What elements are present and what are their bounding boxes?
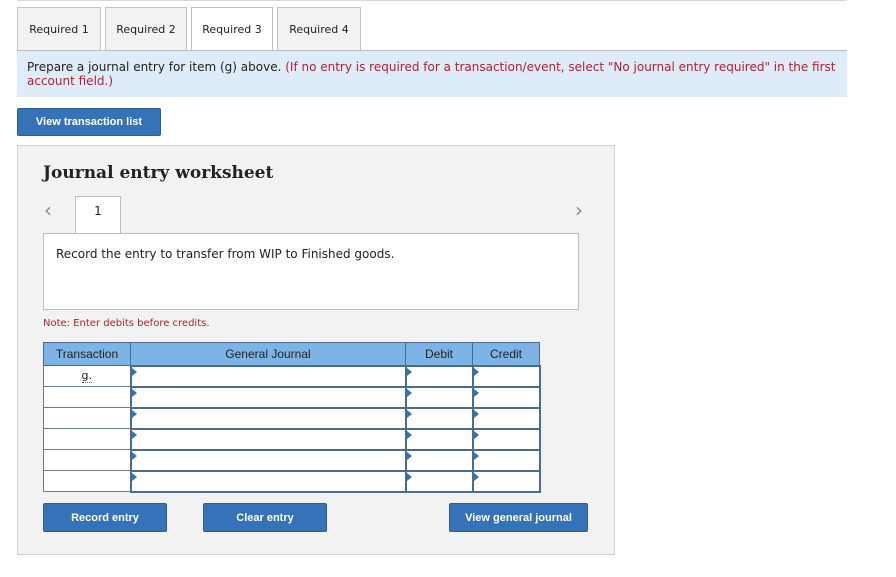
triangle-marker-icon <box>131 409 137 418</box>
table-row <box>43 406 541 430</box>
triangle-marker-icon <box>473 472 479 481</box>
triangle-marker-icon <box>406 430 412 439</box>
triangle-marker-icon <box>406 367 412 376</box>
entry-description-box: Record the entry to transfer from WIP to… <box>43 233 579 310</box>
tab-required-3[interactable]: Required 3 <box>191 7 273 51</box>
credit-field[interactable] <box>471 427 541 451</box>
view-transaction-list-button[interactable]: View transaction list <box>17 108 161 136</box>
triangle-marker-icon <box>406 409 412 418</box>
credit-field[interactable] <box>471 469 541 493</box>
col-general-journal: General Journal <box>130 342 406 366</box>
triangle-marker-icon <box>406 472 412 481</box>
required-tabs: Required 1 Required 2 Required 3 Require… <box>17 7 365 51</box>
triangle-marker-icon <box>473 409 479 418</box>
instructions-text: Prepare a journal entry for item (g) abo… <box>27 60 282 74</box>
transaction-cell <box>43 386 131 408</box>
tab-required-4[interactable]: Required 4 <box>277 7 361 50</box>
journal-entry-worksheet: Journal entry worksheet ‹ 1 › Record the… <box>17 145 615 555</box>
clear-entry-button[interactable]: Clear entry <box>203 503 327 532</box>
account-field[interactable] <box>129 448 407 472</box>
table-row <box>43 469 541 493</box>
transaction-cell <box>43 428 131 450</box>
triangle-marker-icon <box>131 367 137 376</box>
triangle-marker-icon <box>131 430 137 439</box>
journal-table: Transaction General Journal Debit Credit… <box>43 342 541 493</box>
col-debit: Debit <box>405 342 473 366</box>
col-transaction: Transaction <box>43 342 131 366</box>
debit-field[interactable] <box>404 427 474 451</box>
triangle-marker-icon <box>131 451 137 460</box>
account-field[interactable] <box>129 427 407 451</box>
table-row <box>43 448 541 472</box>
debits-note: Note: Enter debits before credits. <box>43 318 210 329</box>
credit-field[interactable] <box>471 385 541 409</box>
journal-table-header: Transaction General Journal Debit Credit <box>43 342 540 366</box>
transaction-cell <box>43 449 131 471</box>
debit-field[interactable] <box>404 385 474 409</box>
triangle-marker-icon <box>131 472 137 481</box>
transaction-cell <box>43 407 131 429</box>
record-entry-button[interactable]: Record entry <box>43 503 167 532</box>
worksheet-title: Journal entry worksheet <box>43 163 274 183</box>
instructions-banner: Prepare a journal entry for item (g) abo… <box>17 51 847 97</box>
account-field[interactable] <box>129 406 407 430</box>
step-number: 1 <box>94 204 102 218</box>
credit-field[interactable] <box>471 406 541 430</box>
triangle-marker-icon <box>473 430 479 439</box>
top-rule <box>17 0 847 1</box>
triangle-marker-icon <box>473 451 479 460</box>
transaction-label: g. <box>81 369 92 383</box>
credit-field[interactable] <box>471 364 541 388</box>
chevron-right-icon[interactable]: › <box>575 200 583 220</box>
entry-description: Record the entry to transfer from WIP to… <box>56 247 395 261</box>
chevron-left-icon[interactable]: ‹ <box>44 200 52 220</box>
transaction-cell: g. <box>43 365 131 387</box>
credit-field[interactable] <box>471 448 541 472</box>
transaction-cell <box>43 470 131 492</box>
debit-field[interactable] <box>404 406 474 430</box>
tab-required-1[interactable]: Required 1 <box>17 7 101 50</box>
debit-field[interactable] <box>404 364 474 388</box>
triangle-marker-icon <box>131 388 137 397</box>
account-field[interactable] <box>129 385 407 409</box>
triangle-marker-icon <box>406 388 412 397</box>
view-general-journal-button[interactable]: View general journal <box>449 503 588 532</box>
table-row <box>43 385 541 409</box>
account-field[interactable] <box>129 469 407 493</box>
debit-field[interactable] <box>404 469 474 493</box>
tab-required-2[interactable]: Required 2 <box>105 7 187 50</box>
triangle-marker-icon <box>406 451 412 460</box>
triangle-marker-icon <box>473 388 479 397</box>
step-tab-1[interactable]: 1 <box>75 196 121 234</box>
col-credit: Credit <box>472 342 540 366</box>
debit-field[interactable] <box>404 448 474 472</box>
triangle-marker-icon <box>473 367 479 376</box>
table-row: g. <box>43 364 541 388</box>
table-row <box>43 427 541 451</box>
account-field[interactable] <box>129 364 407 388</box>
